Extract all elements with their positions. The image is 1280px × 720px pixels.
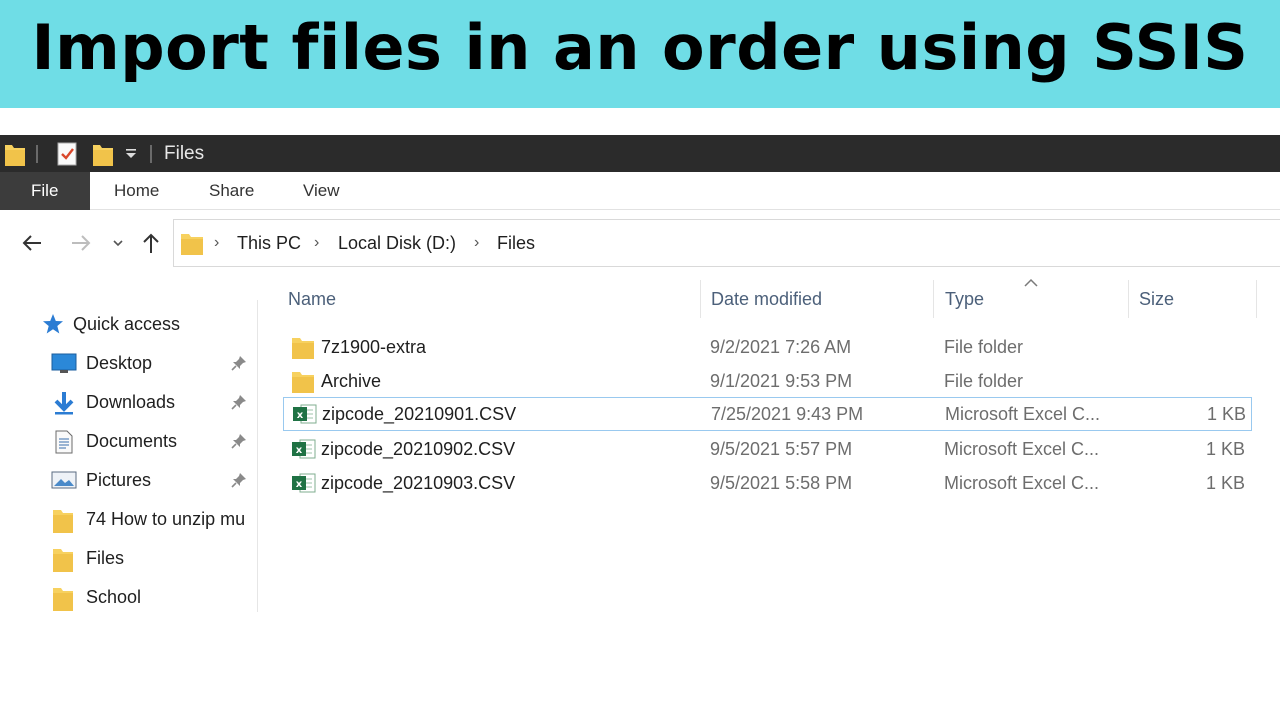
column-header-size[interactable]: Size [1139,280,1174,318]
excel-csv-icon: x [292,402,318,426]
svg-text:x: x [297,410,304,421]
file-type: File folder [944,337,1024,357]
folder-icon [51,546,77,572]
ribbon-tabs: File Home Share View [0,172,1280,210]
address-bar[interactable]: › This PC › Local Disk (D:) › Files [173,219,1280,267]
file-name[interactable]: 7z1900-extra [321,330,426,364]
sidebar-item-label: Pictures [86,470,152,490]
breadcrumb-local-disk[interactable]: Local Disk (D:) [338,220,456,266]
navigation-pane: Quick access Desktop Downloads Documents [0,300,258,612]
column-divider[interactable] [1256,280,1257,318]
excel-csv-icon: x [291,437,317,461]
breadcrumb-separator-icon[interactable]: › [214,220,219,266]
sidebar-item-school[interactable]: School [0,579,258,615]
file-size [1163,330,1245,364]
new-folder-icon[interactable] [92,135,114,172]
list-item[interactable]: 7z1900-extra 9/2/2021 7:26 AM File folde… [283,330,1252,364]
pin-icon[interactable] [230,393,248,411]
forward-arrow-icon[interactable] [66,228,96,258]
file-type: Microsoft Excel C... [944,473,1100,493]
tab-file[interactable]: File [0,172,90,210]
svg-text:x: x [296,445,303,456]
star-icon [41,312,67,336]
document-icon [51,429,77,454]
banner-title: Import files in an order using SSIS [31,11,1249,84]
file-name[interactable]: zipcode_20210901.CSV [322,397,516,431]
breadcrumb-separator-icon[interactable]: › [474,220,479,266]
sidebar-item-pictures[interactable]: Pictures [0,462,258,498]
column-header-date-modified[interactable]: Date modified [711,280,822,318]
file-date-modified: 9/5/2021 5:57 PM [710,439,853,459]
list-item-selected[interactable]: x zipcode_20210901.CSV 7/25/2021 9:43 PM… [283,397,1252,431]
sort-ascending-caret-icon [1023,276,1039,288]
title-banner: Import files in an order using SSIS [0,0,1280,108]
column-header-type[interactable]: Type [945,280,984,318]
folder-icon [180,230,204,261]
file-name[interactable]: zipcode_20210902.CSV [321,432,515,466]
file-name[interactable]: zipcode_20210903.CSV [321,466,515,500]
window-title: Files [164,143,205,164]
breadcrumb-this-pc[interactable]: This PC [237,220,301,266]
sidebar-item-label: Downloads [86,392,176,412]
desktop-icon [51,351,77,375]
file-type: File folder [944,371,1024,391]
file-type: Microsoft Excel C... [945,404,1101,424]
sidebar-item-label: Desktop [86,353,153,373]
column-divider[interactable] [1128,280,1129,318]
pictures-icon [51,468,77,492]
folder-icon [291,335,317,359]
file-name[interactable]: Archive [321,364,381,398]
pin-icon[interactable] [230,354,248,372]
file-size [1163,364,1245,398]
tab-share[interactable]: Share [209,172,254,210]
breadcrumb-files[interactable]: Files [497,220,535,266]
pin-icon[interactable] [230,471,248,489]
folder-icon [291,369,317,393]
file-type: Microsoft Excel C... [944,439,1100,459]
sidebar-item-documents[interactable]: Documents [0,423,258,459]
file-date-modified: 9/5/2021 5:58 PM [710,473,853,493]
customize-toolbar-chevron-icon[interactable] [124,135,138,172]
file-date-modified: 9/2/2021 7:26 AM [710,337,852,357]
back-arrow-icon[interactable] [17,228,47,258]
svg-text:x: x [296,479,303,490]
sidebar-item-label: Quick access [73,314,181,334]
tab-home[interactable]: Home [114,172,159,210]
download-arrow-icon [51,390,77,415]
breadcrumb-separator-icon[interactable]: › [314,220,319,266]
list-item[interactable]: Archive 9/1/2021 9:53 PM File folder [283,364,1252,398]
list-item[interactable]: x zipcode_20210902.CSV 9/5/2021 5:57 PM … [283,432,1252,466]
sidebar-item-label: Files [86,548,125,568]
file-size: 1 KB [1206,404,1246,424]
sidebar-item-downloads[interactable]: Downloads [0,384,258,420]
column-divider[interactable] [700,280,701,318]
column-divider[interactable] [933,280,934,318]
list-item[interactable]: x zipcode_20210903.CSV 9/5/2021 5:58 PM … [283,466,1252,500]
sidebar-item-desktop[interactable]: Desktop [0,345,258,381]
folder-icon [4,135,26,172]
sidebar-item-label: Documents [86,431,178,451]
sidebar-item-files[interactable]: Files [0,540,258,576]
sidebar-item-74-how-to-unzip[interactable]: 74 How to unzip mu [0,501,258,537]
folder-icon [51,585,77,611]
sidebar-item-label: School [86,587,142,607]
recent-locations-chevron-icon[interactable] [103,228,133,258]
file-size: 1 KB [1205,473,1245,493]
file-date-modified: 9/1/2021 9:53 PM [710,371,853,391]
window-title-bar: Files [0,135,1280,172]
column-header-name[interactable]: Name [288,280,336,318]
sidebar-item-label: 74 How to unzip mu [86,509,246,529]
excel-csv-icon: x [291,471,317,495]
file-date-modified: 7/25/2021 9:43 PM [711,404,864,424]
folder-icon [51,507,77,533]
tab-view[interactable]: View [303,172,340,210]
pin-icon[interactable] [230,432,248,450]
properties-checklist-icon[interactable] [56,135,78,172]
sidebar-item-quick-access[interactable]: Quick access [0,306,258,342]
up-arrow-icon[interactable] [136,228,166,258]
file-size: 1 KB [1205,439,1245,459]
